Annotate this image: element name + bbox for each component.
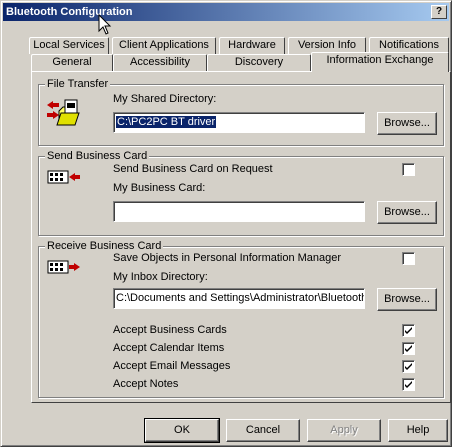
browse-label: Browse... — [384, 293, 430, 305]
mouse-cursor-icon — [98, 14, 112, 35]
apply-button[interactable]: Apply — [307, 419, 381, 442]
checkmark-icon — [405, 345, 412, 352]
file-transfer-group: File Transfer My Shared Directory: C:\PC… — [38, 77, 444, 146]
tab-discovery[interactable]: Discovery — [207, 54, 311, 71]
tab-accessibility[interactable]: Accessibility — [113, 54, 207, 71]
title-help-button[interactable]: ? — [431, 5, 447, 19]
checkmark-icon — [405, 327, 412, 334]
business-card-send-icon — [47, 170, 80, 184]
shared-directory-label: My Shared Directory: — [113, 93, 217, 105]
tab-label: Hardware — [228, 39, 276, 51]
save-pim-checkbox[interactable] — [402, 252, 415, 265]
inbox-directory-input[interactable]: C:\Documents and Settings\Administrator\… — [113, 288, 365, 309]
receive-card-group: Receive Business Card Save Objects in Pe… — [38, 239, 444, 398]
browse-label: Browse... — [384, 206, 430, 218]
accept-email-messages-checkbox[interactable] — [402, 360, 415, 373]
tab-label: Information Exchange — [326, 54, 434, 66]
business-card-receive-icon — [47, 260, 80, 274]
ok-button[interactable]: OK — [144, 418, 220, 443]
accept-calendar-items-checkbox[interactable] — [402, 342, 415, 355]
tab-label: Client Applications — [119, 39, 209, 51]
help-label: Help — [406, 424, 430, 436]
send-card-group: Send Business Card Send Business Card on… — [38, 149, 444, 236]
tab-label: General — [52, 56, 92, 68]
tab-hardware[interactable]: Hardware — [219, 37, 285, 54]
tab-information-exchange[interactable]: Information Exchange — [311, 52, 449, 72]
tab-label: Notifications — [379, 39, 439, 51]
tab-label: Discovery — [234, 56, 284, 68]
browse-label: Browse... — [384, 117, 430, 129]
accept-calendar-items-label: Accept Calendar Items — [113, 342, 225, 354]
business-card-browse-button[interactable]: Browse... — [377, 201, 437, 224]
send-card-title: Send Business Card — [45, 149, 150, 163]
cancel-button[interactable]: Cancel — [226, 419, 300, 442]
window-title: Bluetooth Configuration — [6, 6, 133, 18]
bluetooth-config-dialog: Bluetooth Configuration ? Local Services… — [0, 0, 452, 447]
file-transfer-icon — [47, 99, 80, 126]
accept-business-cards-label: Accept Business Cards — [113, 324, 227, 336]
information-exchange-panel: File Transfer My Shared Directory: C:\PC… — [31, 71, 451, 403]
tab-label: Accessibility — [130, 56, 190, 68]
save-pim-label: Save Objects in Personal Information Man… — [113, 252, 342, 264]
my-business-card-label: My Business Card: — [113, 182, 206, 194]
shared-directory-input[interactable]: C:\PC2PC BT driver — [113, 112, 365, 133]
inbox-browse-button[interactable]: Browse... — [377, 288, 437, 311]
send-on-request-checkbox[interactable] — [402, 163, 415, 176]
shared-directory-value: C:\PC2PC BT driver — [114, 115, 218, 129]
accept-email-messages-label: Accept Email Messages — [113, 360, 231, 372]
tab-label: Version Info — [297, 39, 357, 51]
accept-business-cards-checkbox[interactable] — [402, 324, 415, 337]
file-transfer-title: File Transfer — [45, 77, 111, 91]
title-bar[interactable]: Bluetooth Configuration ? — [3, 3, 449, 21]
apply-label: Apply — [330, 424, 358, 436]
tab-local-services[interactable]: Local Services — [29, 37, 109, 54]
inbox-directory-label: My Inbox Directory: — [113, 271, 208, 283]
my-business-card-input[interactable] — [113, 201, 365, 222]
tab-general[interactable]: General — [31, 54, 113, 71]
receive-card-title: Receive Business Card — [45, 239, 164, 253]
checkmark-icon — [405, 363, 412, 370]
checkmark-icon — [405, 381, 412, 388]
tab-label: Local Services — [33, 39, 105, 51]
send-on-request-label: Send Business Card on Request — [113, 163, 273, 175]
tab-client-applications[interactable]: Client Applications — [112, 37, 216, 54]
help-button[interactable]: Help — [388, 419, 448, 442]
cancel-label: Cancel — [245, 424, 281, 436]
accept-notes-label: Accept Notes — [113, 378, 179, 390]
ok-label: OK — [174, 424, 190, 436]
shared-directory-browse-button[interactable]: Browse... — [377, 112, 437, 135]
accept-notes-checkbox[interactable] — [402, 378, 415, 391]
